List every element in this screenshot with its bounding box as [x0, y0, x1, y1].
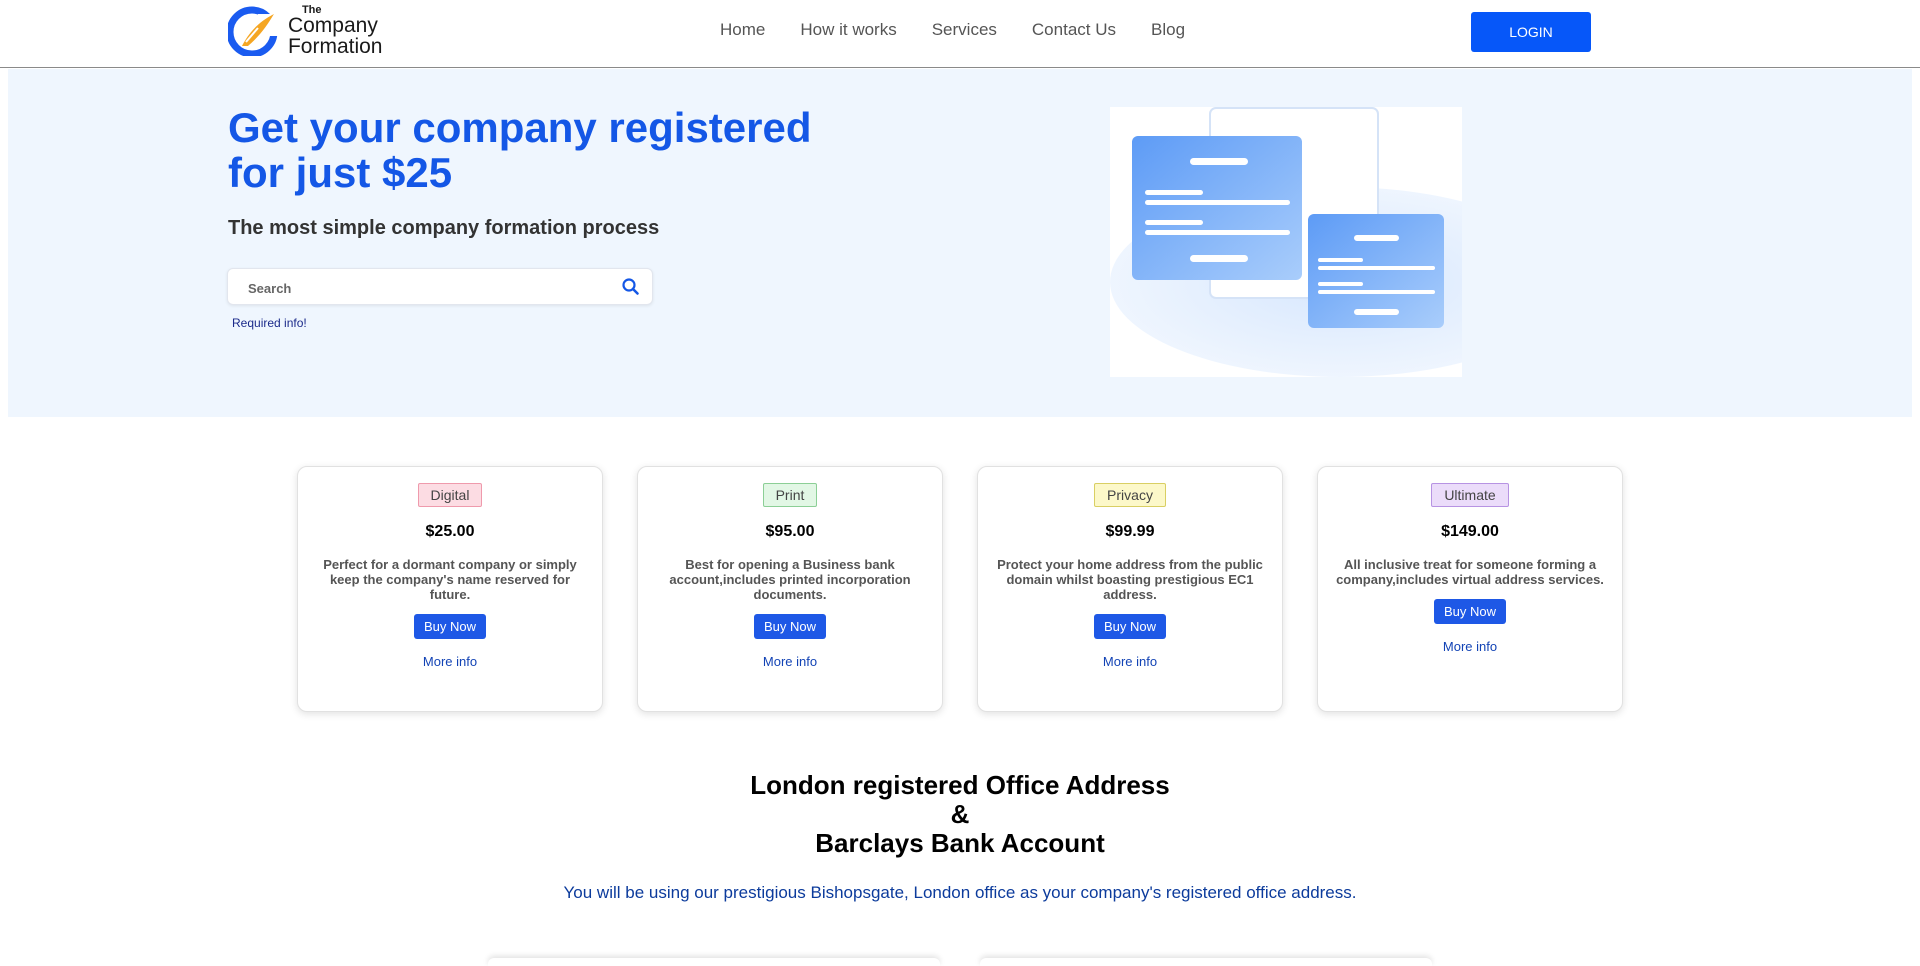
- logo-text: The Company Formation: [287, 5, 478, 58]
- more-info-link[interactable]: More info: [978, 654, 1282, 669]
- search-input[interactable]: [248, 278, 608, 298]
- login-button[interactable]: LOGIN: [1471, 12, 1591, 52]
- package-tag: Print: [762, 483, 818, 507]
- package-card-digital: Digital $25.00 Perfect for a dormant com…: [297, 466, 603, 712]
- package-price: $99.99: [1105, 523, 1155, 540]
- content-card-peek: [980, 958, 1432, 966]
- main-nav: Home How it works Services Contact Us Bl…: [720, 20, 1185, 40]
- buy-now-button[interactable]: Buy Now: [1433, 599, 1507, 624]
- logo[interactable]: The Company Formation: [228, 5, 478, 58]
- package-tag: Digital: [417, 483, 483, 507]
- content-card-peek: [488, 958, 940, 966]
- buy-now-button[interactable]: Buy Now: [753, 614, 827, 639]
- package-card-ultimate: Ultimate $149.00 All inclusive treat for…: [1317, 466, 1623, 712]
- pricing-cards: Digital $25.00 Perfect for a dormant com…: [297, 466, 1623, 712]
- hero-subtitle: The most simple company formation proces…: [228, 217, 660, 239]
- nav-blog[interactable]: Blog: [1151, 20, 1185, 40]
- package-description: Perfect for a dormant company or simply …: [323, 557, 577, 602]
- required-info-text: Required info!: [232, 316, 307, 330]
- logo-icon: [228, 6, 278, 56]
- section-title-line-2: &: [950, 799, 970, 829]
- package-price: $95.00: [765, 523, 815, 540]
- more-info-link[interactable]: More info: [298, 654, 602, 669]
- buy-now-button[interactable]: Buy Now: [1093, 614, 1167, 639]
- package-tag: Privacy: [1094, 483, 1166, 507]
- package-price: $25.00: [425, 523, 475, 540]
- more-info-link[interactable]: More info: [1318, 639, 1622, 654]
- site-header: The Company Formation Home How it works …: [0, 0, 1920, 68]
- hero-illustration: [1110, 107, 1462, 377]
- search-box: [227, 268, 653, 305]
- package-description: Best for opening a Business bank account…: [669, 557, 911, 602]
- package-price: $149.00: [1441, 523, 1499, 540]
- search-icon[interactable]: [620, 276, 642, 298]
- package-tag: Ultimate: [1431, 483, 1509, 507]
- package-card-privacy: Privacy $99.99 Protect your home address…: [977, 466, 1283, 712]
- buy-now-button[interactable]: Buy Now: [413, 614, 487, 639]
- hero-title: Get your company registered for just $25: [228, 104, 812, 196]
- package-description: All inclusive treat for someone forming …: [1336, 557, 1604, 587]
- nav-services[interactable]: Services: [932, 20, 997, 40]
- section-title: London registered Office Address & Barcl…: [0, 771, 1920, 858]
- more-info-link[interactable]: More info: [638, 654, 942, 669]
- section-description: You will be using our prestigious Bishop…: [563, 883, 1357, 902]
- nav-home[interactable]: Home: [720, 20, 765, 40]
- nav-contact-us[interactable]: Contact Us: [1032, 20, 1116, 40]
- section-title-line-3: Barclays Bank Account: [815, 828, 1105, 858]
- logo-name: Company Formation: [287, 14, 383, 58]
- package-description: Protect your home address from the publi…: [997, 557, 1263, 602]
- nav-how-it-works[interactable]: How it works: [800, 20, 896, 40]
- package-card-print: Print $95.00 Best for opening a Business…: [637, 466, 943, 712]
- section-title-line-1: London registered Office Address: [750, 770, 1170, 800]
